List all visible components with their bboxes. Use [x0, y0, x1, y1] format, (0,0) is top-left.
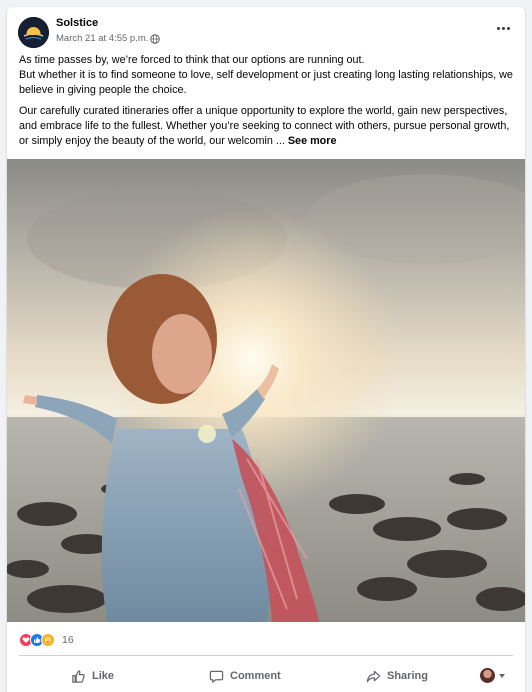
comment-button[interactable]: Comment	[209, 661, 281, 691]
actions-divider	[19, 655, 513, 656]
thumbs-up-icon	[72, 669, 85, 683]
solstice-logo	[18, 17, 49, 48]
post-paragraph-1: As time passes by, we’re forced to think…	[19, 53, 513, 98]
post-text: As time passes by, we’re forced to think…	[19, 53, 513, 155]
audience-selector[interactable]	[480, 668, 505, 683]
comment-label: Comment	[230, 670, 281, 682]
more-options-icon[interactable]	[493, 21, 513, 35]
care-icon	[41, 633, 55, 647]
share-button[interactable]: Sharing	[366, 661, 428, 691]
photo-illustration	[7, 174, 525, 622]
like-label: Like	[92, 670, 115, 682]
user-avatar	[480, 668, 495, 683]
post-paragraph-2: Our carefully curated itineraries offer …	[19, 104, 513, 149]
reaction-count: 16	[62, 634, 74, 646]
post-card: Solstice March 21 at 4:55 p.m. As time p…	[7, 7, 525, 692]
post-actions: Like Comment Sharing	[7, 661, 525, 691]
page-name[interactable]: Solstice	[56, 17, 98, 29]
chevron-down-icon	[499, 673, 505, 678]
post-timestamp[interactable]: March 21 at 4:55 p.m.	[56, 33, 148, 44]
post-paragraph-2-text: Our carefully curated itineraries offer …	[19, 105, 510, 147]
post-header: Solstice March 21 at 4:55 p.m.	[7, 7, 525, 55]
post-photo[interactable]	[7, 159, 525, 622]
post-meta: March 21 at 4:55 p.m.	[56, 33, 161, 44]
share-icon	[366, 670, 381, 682]
post-paragraph-1-line-1: As time passes by, we’re forced to think…	[19, 54, 365, 66]
like-button[interactable]: Like	[71, 661, 114, 691]
comment-icon	[209, 670, 224, 683]
share-label: Sharing	[387, 670, 428, 682]
post-paragraph-1-line-2: But whether it is to find someone to lov…	[19, 69, 513, 96]
page-avatar[interactable]	[18, 17, 49, 48]
see-more-link[interactable]: See more	[288, 135, 337, 147]
reactions-summary[interactable]: 16	[19, 633, 74, 647]
globe-icon[interactable]	[150, 33, 161, 44]
